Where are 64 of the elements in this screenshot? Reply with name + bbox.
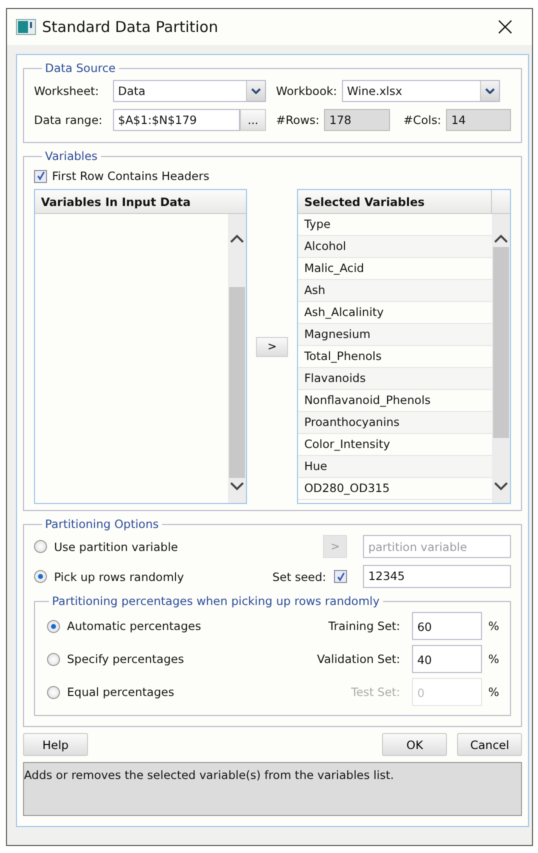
radio-label: Specify percentages	[67, 652, 185, 666]
radio-button[interactable]	[47, 620, 60, 632]
app-icon	[16, 19, 36, 35]
radio-button[interactable]	[34, 540, 47, 553]
field-label: Test Set:	[351, 685, 400, 699]
field-label: Worksheet:	[34, 84, 100, 98]
radio-label: Equal percentages	[67, 685, 176, 699]
group-title: Partitioning Options	[44, 517, 160, 531]
chevron-down-icon	[251, 88, 261, 94]
window-title: Standard Data Partition	[42, 18, 220, 36]
list-item[interactable]: Flavanoids	[298, 368, 492, 390]
radio-label: Automatic percentages	[67, 619, 202, 633]
unit-label: %	[488, 619, 500, 633]
checkbox[interactable]	[334, 570, 348, 583]
data-range-field[interactable]: $A$1:$N$179	[113, 109, 240, 131]
list-item[interactable]: Alcohol	[298, 236, 492, 258]
list-item[interactable]: Hue	[298, 456, 492, 478]
cols-field: 14	[446, 109, 512, 131]
chevron-down-icon	[230, 482, 244, 491]
group-title: Variables	[44, 149, 99, 163]
close-button[interactable]: ×	[488, 14, 522, 40]
field-label: Validation Set:	[316, 652, 400, 666]
status-text: Adds or removes the selected variable(s) from the variables list.	[24, 768, 394, 782]
browse-button[interactable]: ...	[240, 109, 266, 131]
field-label: Set seed:	[272, 570, 326, 584]
group-title: Data Source	[44, 61, 117, 75]
column-header: Variables In Input Data	[35, 190, 246, 214]
field-label: #Rows:	[276, 113, 320, 127]
field-label: #Cols:	[403, 113, 442, 127]
input-variables-list[interactable]: Variables In Input Data	[34, 189, 247, 504]
cancel-button[interactable]: Cancel	[457, 733, 522, 756]
chevron-up-icon	[494, 234, 508, 243]
group-title: Partitioning percentages when picking up rows randomly	[51, 594, 381, 608]
ok-button[interactable]: OK	[382, 733, 448, 756]
worksheet-dropdown[interactable]: Data	[113, 80, 266, 102]
scrollbar[interactable]	[492, 214, 510, 503]
list-item[interactable]: Magnesium	[298, 324, 492, 346]
column-header: Selected Variables	[303, 194, 426, 208]
radio-button[interactable]	[34, 570, 47, 583]
field-label: Workbook:	[276, 84, 338, 98]
percentage-field[interactable]: 40	[412, 645, 482, 673]
field-label: Training Set:	[328, 619, 400, 633]
move-button[interactable]: >	[256, 336, 288, 356]
unit-label: %	[488, 685, 500, 699]
checkbox[interactable]	[34, 170, 47, 182]
chevron-up-icon	[230, 234, 244, 243]
workbook-dropdown[interactable]: Wine.xlsx	[342, 80, 500, 102]
chevron-down-icon	[494, 482, 508, 491]
seed-field[interactable]: 12345	[363, 565, 512, 588]
percentage-field[interactable]: 60	[412, 612, 482, 640]
list-item[interactable]: Proanthocyanins	[298, 412, 492, 434]
selected-variables-list[interactable]: Selected Variables Type Alcohol Malic_Acid Ash Ash_Alcalinity Magnesium Total_Phenols Flavanoids Nonflavanoid_Phenols Proanthocyanins Color_Intensity Hue OD280_OD315	[297, 189, 512, 504]
field-label: Data range:	[34, 113, 104, 127]
list-item[interactable]: Ash	[298, 280, 492, 302]
radio-label: Use partition variable	[54, 540, 179, 554]
rows-field: 178	[324, 109, 390, 131]
radio-button[interactable]	[47, 686, 60, 698]
radio-label: Pick up rows randomly	[54, 570, 185, 584]
unit-label: %	[488, 652, 500, 666]
radio-button[interactable]	[47, 652, 60, 666]
chevron-down-icon	[485, 88, 496, 94]
checkbox-label: First Row Contains Headers	[52, 169, 210, 183]
help-button[interactable]: Help	[23, 733, 88, 756]
scrollbar[interactable]	[228, 214, 246, 503]
